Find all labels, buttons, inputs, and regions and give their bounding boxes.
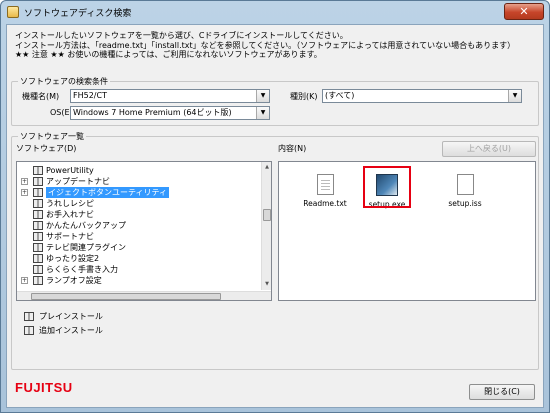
- chevron-down-icon[interactable]: ▼: [508, 90, 521, 102]
- type-value: (すべて): [325, 91, 355, 100]
- type-label: 種別(K): [290, 92, 318, 101]
- file-name: Readme.txt: [303, 199, 347, 208]
- app-icon: [7, 6, 19, 18]
- up-button[interactable]: 上へ戻る(U): [442, 141, 536, 157]
- client-area: インストールしたいソフトウェアを一覧から選び、Cドライブにインストールしてくださ…: [6, 24, 544, 408]
- tree-item-label: うれしレシピ: [46, 199, 94, 208]
- tree-item-label: かんたんバックアップ: [46, 221, 126, 230]
- search-conditions-group: ソフトウェアの検索条件 機種名(M) FH52/CT ▼ 種別(K) (すべて)…: [11, 76, 539, 126]
- chevron-down-icon[interactable]: ▼: [256, 90, 269, 102]
- blank-document-icon: [456, 174, 474, 195]
- tree-item-label: イジェクトボタンユーティリティ: [46, 187, 170, 198]
- intro-line-3: ★★ 注意 ★★ お使いの機種によっては、ご利用になれないソフトウェアがあります…: [15, 50, 322, 59]
- software-list-title: ソフトウェア一覧: [18, 131, 86, 142]
- tree-item-label: ゆったり設定2: [46, 254, 100, 263]
- app-window: ソフトウェアディスク検索 ✕ インストールしたいソフトウェアを一覧から選び、Cド…: [0, 0, 550, 413]
- software-tree[interactable]: PowerUtility + アップデートナビ + イジェクトボタンユーティリティ うれし…: [16, 161, 272, 301]
- book-icon: [33, 221, 43, 230]
- scroll-thumb[interactable]: [263, 209, 271, 221]
- model-value: FH52/CT: [73, 91, 107, 100]
- highlight-box: [363, 166, 411, 208]
- book-icon: [24, 312, 34, 321]
- expand-icon[interactable]: +: [21, 178, 28, 185]
- fujitsu-logo: FUJITSU: [15, 380, 73, 395]
- expand-icon[interactable]: +: [21, 277, 28, 284]
- file-item[interactable]: setup.iss: [435, 174, 495, 208]
- file-item[interactable]: Readme.txt: [295, 174, 355, 208]
- book-icon: [33, 177, 43, 186]
- scroll-up-icon[interactable]: ▲: [263, 163, 271, 171]
- expand-icon[interactable]: +: [21, 189, 28, 196]
- search-conditions-title: ソフトウェアの検索条件: [18, 76, 110, 87]
- window-title: ソフトウェアディスク検索: [24, 9, 132, 19]
- vertical-scrollbar[interactable]: ▲ ▼: [261, 162, 271, 290]
- intro-line-1: インストールしたいソフトウェアを一覧から選び、Cドライブにインストールしてくださ…: [15, 31, 348, 40]
- os-select[interactable]: Windows 7 Home Premium (64ビット版) ▼: [70, 106, 270, 120]
- book-icon: [33, 166, 43, 175]
- book-icon: [33, 265, 43, 274]
- software-list-group: ソフトウェア一覧 ソフトウェア(D) 内容(N) 上へ戻る(U) PowerUt…: [11, 131, 539, 370]
- book-icon: [33, 188, 43, 197]
- close-button[interactable]: 閉じる(C): [469, 384, 535, 400]
- intro-text: インストールしたいソフトウェアを一覧から選び、Cドライブにインストールしてくださ…: [15, 31, 540, 60]
- file-name: setup.iss: [448, 199, 482, 208]
- book-icon: [33, 199, 43, 208]
- tree-item-label: サポートナビ: [46, 232, 94, 241]
- tree-item-label: PowerUtility: [46, 166, 94, 175]
- scroll-down-icon[interactable]: ▼: [263, 280, 271, 288]
- os-value: Windows 7 Home Premium (64ビット版): [73, 108, 232, 117]
- book-icon: [33, 276, 43, 285]
- model-label: 機種名(M): [22, 92, 60, 101]
- type-select[interactable]: (すべて) ▼: [322, 89, 522, 103]
- text-document-icon: [316, 174, 334, 195]
- book-icon: [33, 243, 43, 252]
- book-icon: [24, 326, 34, 335]
- software-label: ソフトウェア(D): [16, 144, 77, 153]
- tree-item-label: らくらく手書き入力: [46, 265, 118, 274]
- horizontal-scrollbar[interactable]: [17, 291, 271, 300]
- tree-item-label: お手入れナビ: [46, 210, 94, 219]
- contents-label: 内容(N): [278, 144, 307, 153]
- book-icon: [33, 232, 43, 241]
- intro-line-2: インストール方法は、「readme.txt」「install.txt」などを参照…: [15, 40, 516, 50]
- scroll-thumb[interactable]: [31, 293, 221, 300]
- tree-item-label: ランプオフ設定: [46, 276, 102, 285]
- contents-panel[interactable]: Readme.txt setup.exe setup.iss: [278, 161, 536, 301]
- model-select[interactable]: FH52/CT ▼: [70, 89, 270, 103]
- tree-item-label: テレビ関連プラグイン: [46, 243, 126, 252]
- window-close-button[interactable]: ✕: [504, 3, 544, 20]
- title-bar[interactable]: ソフトウェアディスク検索 ✕: [1, 1, 549, 23]
- book-icon: [33, 254, 43, 263]
- chevron-down-icon[interactable]: ▼: [256, 107, 269, 119]
- tree-item-label: アップデートナビ: [46, 177, 110, 186]
- book-icon: [33, 210, 43, 219]
